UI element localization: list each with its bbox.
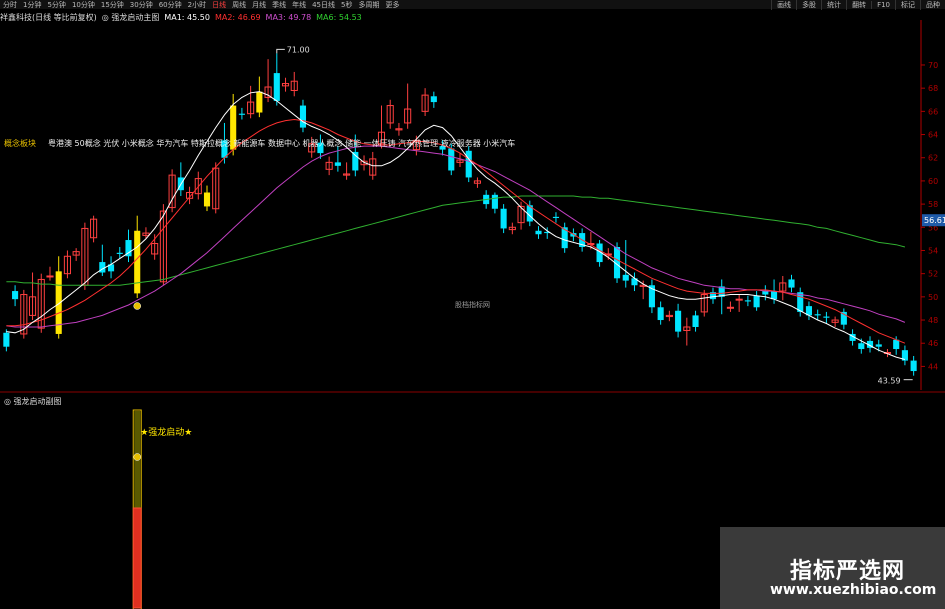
indicator-title: ◎ 强龙启动主图	[101, 12, 160, 22]
candle-body	[692, 315, 699, 327]
candle-body	[814, 314, 821, 316]
period-tab[interactable]: 1分钟	[20, 0, 44, 10]
stock-title: 祥鑫科技(日线 等比前复权)	[0, 12, 97, 22]
candle-body	[753, 295, 760, 308]
period-tab[interactable]: 多周期	[355, 0, 382, 10]
candle-body	[238, 113, 245, 115]
period-tab[interactable]: 月线	[249, 0, 269, 10]
candle-body	[46, 275, 54, 278]
y-tick-label: 64	[928, 131, 938, 140]
signal-dot	[133, 302, 141, 310]
y-tick-label: 46	[928, 339, 938, 348]
candle-body	[735, 298, 743, 301]
period-tab[interactable]: 更多	[382, 0, 402, 10]
candle-body	[334, 162, 341, 166]
sub-chart-title: ◎ 强龙启动副图	[4, 397, 62, 406]
candle-body	[675, 310, 682, 332]
ma1-line	[6, 91, 906, 360]
y-tick-label: 54	[928, 246, 938, 255]
candle-body	[858, 343, 865, 350]
candle-body	[491, 194, 498, 209]
y-tick-label: 68	[928, 84, 938, 93]
tool-button[interactable]: 统计	[821, 0, 846, 10]
candle-body	[465, 150, 472, 178]
y-tick-label: 50	[928, 293, 938, 302]
y-tick-label: 48	[928, 316, 938, 325]
high-marker	[276, 48, 285, 54]
candle-body	[823, 316, 830, 318]
period-tab[interactable]: 45日线	[309, 0, 338, 10]
candle-body	[256, 91, 263, 113]
tool-button[interactable]: 品种	[920, 0, 945, 10]
y-tick-label: 62	[928, 154, 938, 163]
toolbar: 画线 多股 统计 翻转 F10 标记 品种	[771, 0, 945, 10]
y-tick-label: 70	[928, 61, 938, 70]
ma6-line	[6, 195, 906, 286]
y-tick-label: 58	[928, 200, 938, 209]
y-tick-label: 44	[928, 362, 938, 371]
watermark-url: www.xuezhibiao.com	[770, 582, 937, 598]
candle-body	[910, 360, 917, 372]
low-label: 43.59	[878, 377, 901, 386]
candle-body	[535, 230, 542, 235]
tool-button[interactable]: 画线	[771, 0, 796, 10]
candle-body	[273, 73, 280, 101]
period-tab[interactable]: 2小时	[185, 0, 209, 10]
period-tab[interactable]: 日线	[209, 0, 229, 10]
tool-button[interactable]: 翻转	[846, 0, 871, 10]
signal-label: ★强龙启动★	[140, 426, 192, 438]
candle-body	[788, 279, 795, 288]
candle-body	[299, 105, 307, 128]
period-tab[interactable]: 分时	[0, 0, 20, 10]
period-tab[interactable]: 周线	[229, 0, 249, 10]
candle-body	[134, 230, 141, 294]
candle-body	[12, 291, 19, 300]
candle-body	[622, 274, 629, 281]
concept-list: 粤港澳 50概念 光伏 小米概念 华为汽车 特斯拉概念 新能源车 数据中心 机器…	[48, 139, 516, 148]
period-tab[interactable]: 年线	[289, 0, 309, 10]
ma6-value: MA6: 54.53	[316, 12, 362, 22]
sub-signal-bar	[132, 507, 142, 609]
concept-label: 概念板块	[4, 139, 36, 148]
ma2-value: MA2: 46.69	[214, 12, 261, 22]
period-tab[interactable]: 季线	[269, 0, 289, 10]
period-tab[interactable]: 15分钟	[98, 0, 127, 10]
center-watermark: 股档指标网	[455, 301, 490, 309]
price-tag: 56.61	[924, 216, 945, 225]
watermark-cn: 指标严选网	[790, 559, 906, 584]
y-tick-label: 52	[928, 270, 938, 279]
tool-button[interactable]: 多股	[796, 0, 821, 10]
period-tab[interactable]: 30分钟	[127, 0, 156, 10]
candle-body	[657, 307, 664, 321]
candle-body	[116, 252, 123, 254]
y-tick-label: 60	[928, 177, 938, 186]
candle-body	[203, 192, 211, 207]
high-label: 71.00	[287, 45, 310, 54]
period-tab[interactable]: 5秒	[338, 0, 355, 10]
candle-body	[875, 344, 882, 347]
chart-title-bar: 祥鑫科技(日线 等比前复权) ◎ 强龙启动主图 MA1: 45.50 MA2: …	[0, 11, 367, 23]
period-tab[interactable]: 10分钟	[69, 0, 98, 10]
candle-body	[893, 339, 900, 350]
candle-body	[352, 151, 359, 171]
tool-button[interactable]: F10	[871, 0, 895, 9]
candle-body	[726, 306, 734, 309]
tool-button[interactable]: 标记	[895, 0, 920, 10]
sub-signal-dot	[133, 453, 141, 461]
candle-body	[430, 96, 437, 103]
period-tab[interactable]: 5分钟	[44, 0, 68, 10]
ma1-value: MA1: 45.50	[164, 12, 210, 22]
candle-body	[448, 148, 455, 171]
candle-body	[771, 291, 778, 300]
period-tab[interactable]: 60分钟	[156, 0, 185, 10]
candle-body	[552, 216, 560, 219]
ma3-value: MA3: 49.78	[265, 12, 312, 22]
candle-body	[500, 208, 507, 229]
candle-body	[744, 300, 751, 302]
candlestick-chart: 444648505254565860626466687056.6171.0043…	[0, 20, 945, 393]
y-tick-label: 66	[928, 107, 938, 116]
candle-body	[3, 332, 10, 347]
